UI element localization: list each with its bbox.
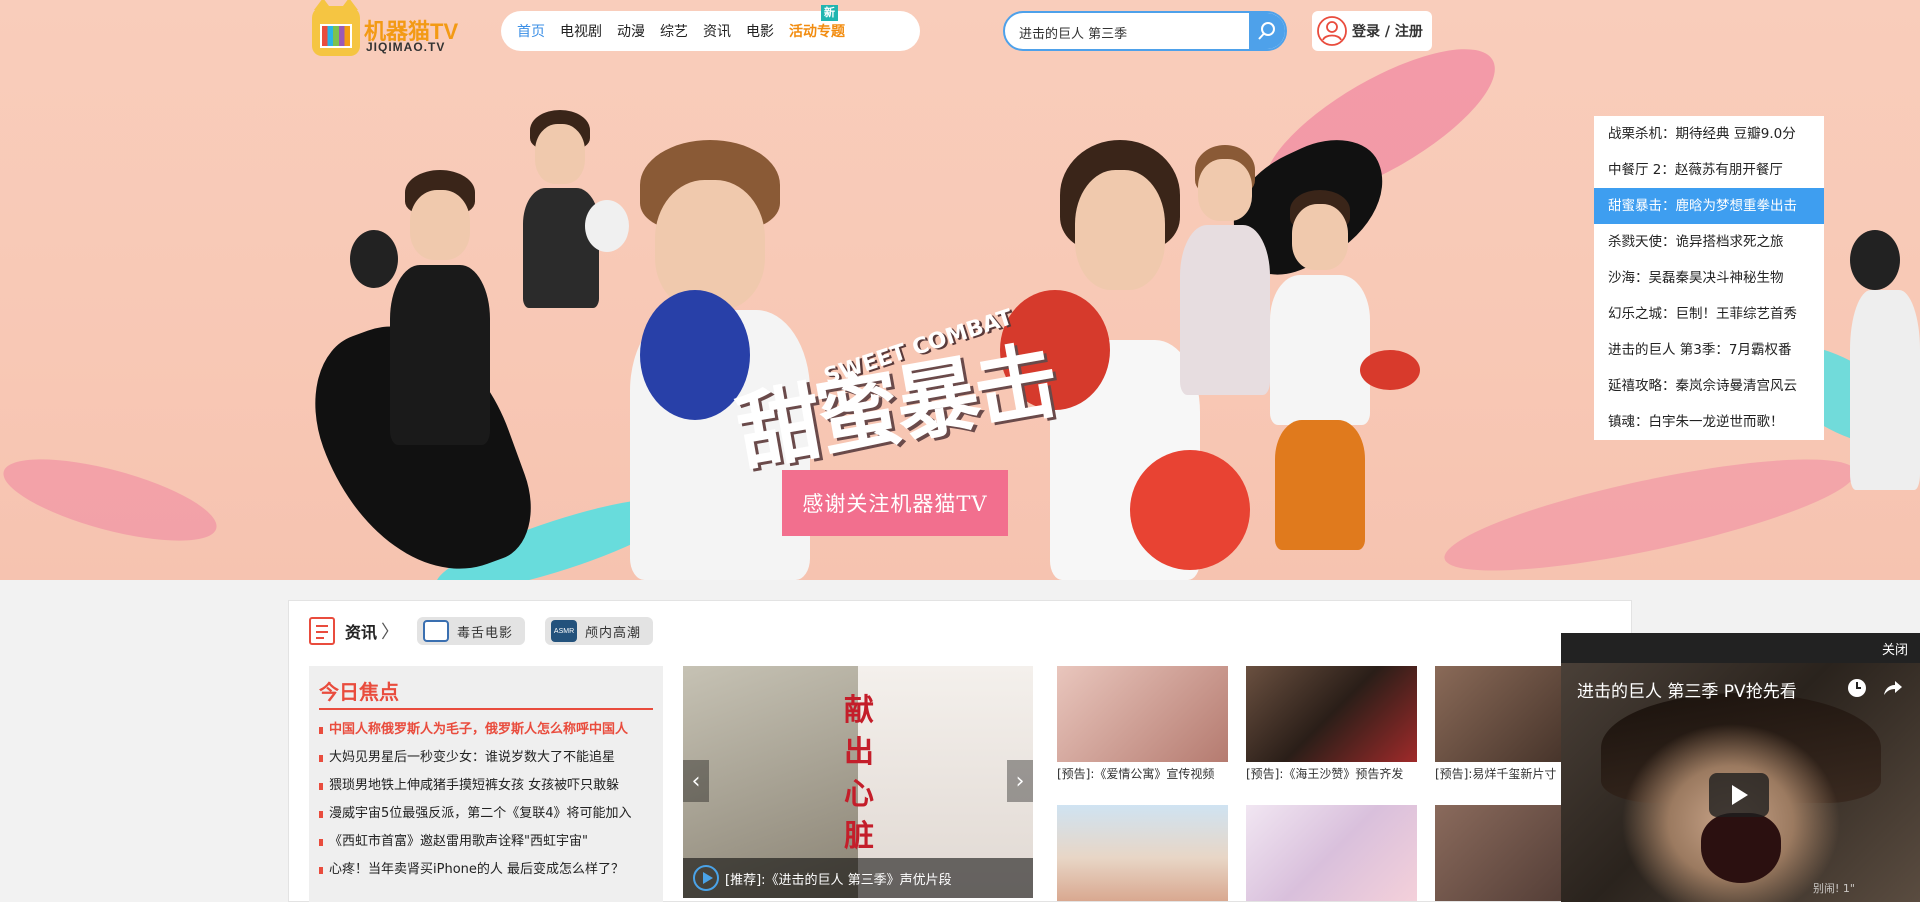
thumb-image (1246, 666, 1417, 762)
video-thumb[interactable] (1246, 805, 1417, 901)
video-thumb[interactable] (1057, 805, 1228, 901)
thumb-caption: [预告]:《爱情公寓》宣传视频 (1057, 767, 1215, 781)
hero-list-item[interactable]: 幻乐之城：巨制！王菲综艺首秀 (1594, 296, 1824, 332)
actor-figure (350, 170, 510, 580)
focus-item[interactable]: 猥琐男地铁上伸咸猪手摸短裤女孩 女孩被吓只敢躲 (319, 772, 653, 800)
video-actions (1846, 677, 1904, 699)
hero-list-item[interactable]: 杀戮天使：诡异搭档求死之旅 (1594, 224, 1824, 260)
slider-next-button[interactable]: › (1007, 760, 1033, 802)
logo-subtext: JIQIMAO.TV (366, 40, 446, 54)
actor-figure (1250, 190, 1420, 580)
section-title[interactable]: 资讯 (345, 619, 377, 643)
search-box (1003, 11, 1287, 51)
tv-logo-icon (320, 24, 352, 48)
focus-item[interactable]: 心疼！当年卖肾买iPhone的人 最后变成怎么样了？ (319, 856, 653, 884)
hero-recommend-list: 战栗杀机：期待经典 豆瓣9.0分 中餐厅 2：赵薇苏有朋开餐厅 甜蜜暴击：鹿晗为… (1594, 116, 1824, 440)
video-title: 进击的巨人 第三季 PV抢先看 (1577, 682, 1797, 702)
clock-icon[interactable] (1846, 677, 1868, 699)
hero-thanks-banner[interactable]: 感谢关注机器猫TV (782, 470, 1008, 536)
nav-item-movie[interactable]: 电影 (746, 21, 774, 41)
login-register-button[interactable]: 登录 / 注册 (1312, 11, 1432, 51)
hero-list-item[interactable]: 战栗杀机：期待经典 豆瓣9.0分 (1594, 116, 1824, 152)
slide-caption-text: [推荐]:《进击的巨人 第三季》声优片段 (725, 872, 952, 888)
nav-item-anime[interactable]: 动漫 (617, 21, 645, 41)
hero-list-item[interactable]: 延禧攻略：秦岚佘诗曼清宫风云 (1594, 368, 1824, 404)
hero-list-item[interactable]: 进击的巨人 第3季：7月霸权番 (1594, 332, 1824, 368)
actor-figure (1820, 200, 1920, 580)
brush-stroke-pink (1437, 437, 1863, 580)
tag-sharp-tongue-movies[interactable]: 毒舌电影 (417, 617, 526, 645)
tv-icon (423, 620, 450, 642)
hero-list-item[interactable]: 中餐厅 2：赵薇苏有朋开餐厅 (1594, 152, 1824, 188)
featured-slider[interactable]: 献出心脏 ‹ › [推荐]:《进击的巨人 第三季》声优片段 (683, 666, 1033, 898)
video-thumb[interactable]: [预告]:《海王沙赞》预告齐发 (1246, 666, 1417, 798)
search-input[interactable] (1019, 21, 1219, 43)
tag-label: 颅内高潮 (585, 625, 642, 641)
video-still-mouth (1701, 813, 1781, 883)
video-watermark: 别闹! 1" (1813, 882, 1855, 895)
float-video-topbar: 关闭 (1561, 633, 1920, 663)
search-button[interactable] (1249, 13, 1285, 49)
slide-caption[interactable]: [推荐]:《进击的巨人 第三季》声优片段 (683, 858, 1033, 898)
play-button[interactable] (1709, 773, 1769, 817)
login-label: 登录 / 注册 (1352, 24, 1423, 40)
nav-item-tv[interactable]: 电视剧 (560, 21, 602, 41)
user-avatar-icon (1317, 16, 1347, 46)
slide-overlay-text: 献出心脏 (844, 693, 874, 854)
focus-item[interactable]: 中国人称俄罗斯人为毛子，俄罗斯人怎么称呼中国人 (319, 716, 653, 744)
thumb-image (1246, 805, 1417, 901)
hero-list-item-active[interactable]: 甜蜜暴击：鹿晗为梦想重拳出击 (1594, 188, 1824, 224)
news-section: 资讯 〉 毒舌电影 ASMR 颅内高潮 今日焦点 中国人称俄罗斯人为毛子，俄罗斯… (288, 600, 1632, 902)
thumb-image (1057, 805, 1228, 901)
video-thumb[interactable]: [预告]:《爱情公寓》宣传视频 (1057, 666, 1228, 798)
focus-item[interactable]: 《西虹市首富》邀赵雷用歌声诠释"西虹宇宙" (319, 828, 653, 856)
brush-stroke-pink (0, 442, 225, 558)
nav-events-label: 活动专题 (789, 24, 845, 40)
focus-title: 今日焦点 (319, 676, 653, 710)
site-logo[interactable]: 机器猫TV JIQIMAO.TV (312, 0, 462, 58)
new-badge: 新 (821, 5, 838, 21)
thumb-image (1057, 666, 1228, 762)
slider-prev-button[interactable]: ‹ (683, 760, 709, 802)
nav-item-news[interactable]: 资讯 (703, 21, 731, 41)
share-icon[interactable] (1882, 677, 1904, 699)
nav-item-events[interactable]: 活动专题 新 (789, 5, 845, 41)
focus-list: 中国人称俄罗斯人为毛子，俄罗斯人怎么称呼中国人 大妈见男星后一秒变少女：谁说岁数… (319, 716, 653, 884)
close-button[interactable]: 关闭 (1882, 639, 1908, 658)
hero-list-item[interactable]: 镇魂：白宇朱一龙逆世而歌！ (1594, 404, 1824, 440)
focus-item[interactable]: 漫威宇宙5位最强反派，第二个《复联4》将可能加入 (319, 800, 653, 828)
tag-asmr[interactable]: ASMR 颅内高潮 (545, 617, 654, 645)
section-header: 资讯 〉 毒舌电影 ASMR 颅内高潮 (309, 611, 673, 651)
main-nav: 首页 电视剧 动漫 综艺 资讯 电影 活动专题 新 (501, 5, 920, 51)
actor-figure (505, 110, 629, 410)
today-focus-panel: 今日焦点 中国人称俄罗斯人为毛子，俄罗斯人怎么称呼中国人 大妈见男星后一秒变少女… (309, 666, 663, 902)
floating-video-player[interactable]: 关闭 进击的巨人 第三季 PV抢先看 别闹! 1" (1561, 633, 1920, 902)
tag-label: 毒舌电影 (457, 625, 514, 641)
chevron-right-icon[interactable]: 〉 (381, 618, 399, 644)
focus-item[interactable]: 大妈见男星后一秒变少女：谁说岁数大了不能追星 (319, 744, 653, 772)
nav-item-home[interactable]: 首页 (517, 21, 545, 41)
thumb-caption: [预告]:《海王沙赞》预告齐发 (1246, 767, 1404, 781)
play-icon (693, 865, 719, 891)
nav-item-variety[interactable]: 综艺 (660, 21, 688, 41)
hero-list-item[interactable]: 沙海：吴磊秦昊决斗神秘生物 (1594, 260, 1824, 296)
search-icon (1258, 22, 1275, 40)
asmr-icon: ASMR (551, 620, 578, 642)
news-icon (309, 617, 335, 645)
